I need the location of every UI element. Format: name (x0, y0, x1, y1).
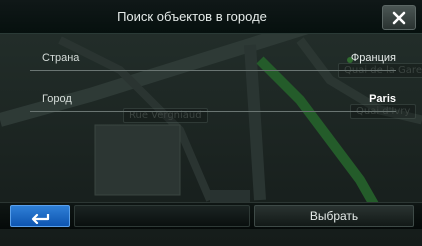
bottom-toolbar: Выбрать (0, 202, 422, 229)
country-label: Страна (42, 52, 80, 64)
close-button[interactable] (382, 5, 416, 30)
back-button[interactable] (10, 205, 70, 227)
empty-toolbar-slot (74, 205, 250, 227)
page-title: Поиск объектов в городе (117, 9, 267, 24)
close-icon (392, 11, 406, 24)
city-value: Paris (369, 93, 396, 105)
country-value: Франция (350, 52, 396, 64)
country-row[interactable]: Страна Франция (30, 50, 396, 71)
title-bar: Поиск объектов в городе (0, 0, 422, 34)
city-label: Город (42, 93, 72, 105)
select-button[interactable]: Выбрать (254, 205, 414, 227)
back-arrow-icon (31, 213, 50, 224)
city-row[interactable]: Город Paris (30, 91, 396, 112)
